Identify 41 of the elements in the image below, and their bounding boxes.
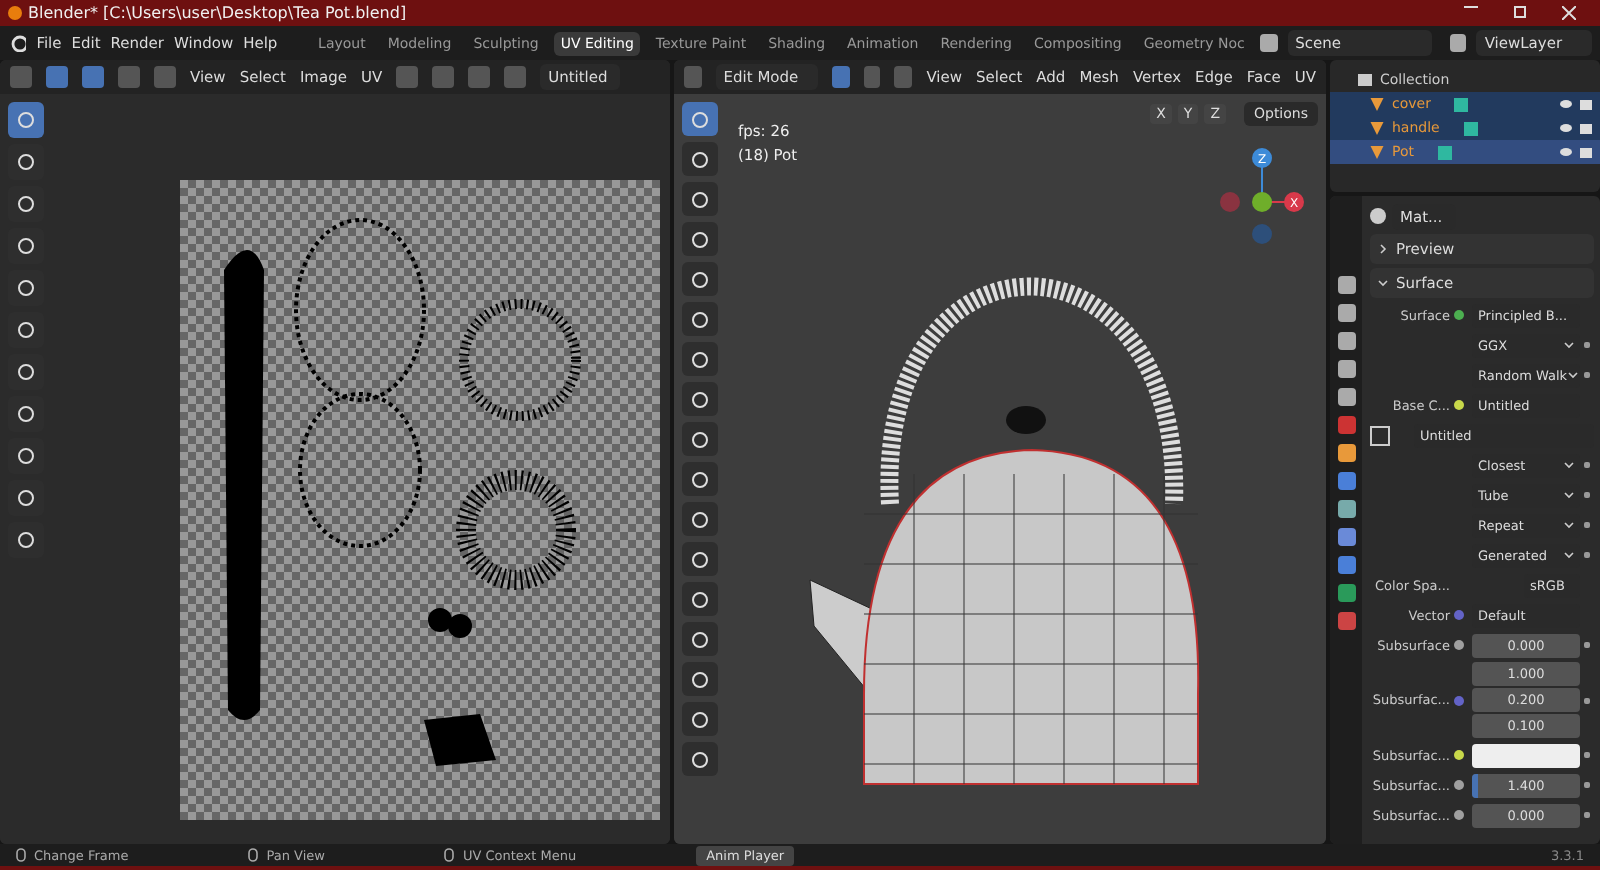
chevron-right-icon [1378, 244, 1388, 254]
material-sphere-icon[interactable] [1370, 208, 1386, 224]
tool-button[interactable] [682, 222, 718, 256]
tool-button[interactable] [682, 102, 718, 136]
tool-button[interactable] [682, 182, 718, 216]
chevron-down-icon [1378, 278, 1388, 288]
mouse-icon [444, 848, 455, 862]
chevron-down-icon [1564, 340, 1574, 350]
mouse-icon [248, 848, 259, 862]
close-icon[interactable] [1562, 6, 1576, 20]
tool-button[interactable] [682, 742, 718, 776]
tool-button[interactable] [682, 582, 718, 616]
eye-icon[interactable] [1560, 124, 1572, 132]
eye-icon[interactable] [1560, 100, 1572, 108]
tool-button[interactable] [682, 502, 718, 536]
tool-button[interactable] [682, 382, 718, 416]
maximize-icon[interactable] [1514, 6, 1526, 18]
tool-button[interactable] [682, 702, 718, 736]
tool-button[interactable] [682, 422, 718, 456]
tool-button[interactable] [682, 262, 718, 296]
chevron-down-icon [1564, 550, 1574, 560]
camera-icon[interactable] [1580, 99, 1592, 109]
tool-button[interactable] [682, 142, 718, 176]
chevron-down-icon [1564, 460, 1574, 470]
chevron-down-icon [1564, 520, 1574, 530]
tool-button[interactable] [682, 542, 718, 576]
tool-button[interactable] [682, 622, 718, 656]
tool-button[interactable] [8, 102, 44, 138]
collection-icon [1358, 74, 1372, 86]
tool-button[interactable] [682, 662, 718, 696]
chevron-down-icon [1567, 370, 1578, 380]
tool-button[interactable] [682, 342, 718, 376]
window-title: Blender* [C:\Users\user\Desktop\Tea Pot.blend] [28, 4, 407, 22]
mouse-icon [16, 848, 26, 862]
chevron-down-icon [1564, 490, 1574, 500]
eye-icon[interactable] [1560, 148, 1572, 156]
camera-icon[interactable] [1580, 147, 1592, 157]
color-swatch[interactable] [1472, 743, 1580, 767]
tool-button[interactable] [682, 462, 718, 496]
camera-icon[interactable] [1580, 123, 1592, 133]
tool-button[interactable] [682, 302, 718, 336]
